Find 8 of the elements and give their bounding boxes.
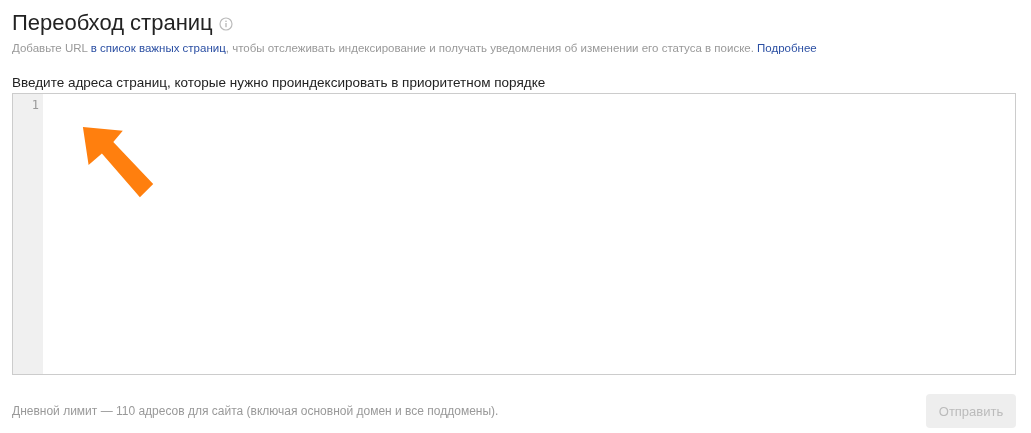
- line-number: 1: [30, 98, 40, 112]
- field-label: Введите адреса страниц, которые нужно проиндексировать в приоритетном порядке: [12, 75, 547, 90]
- intro-text: Добавьте URL в список важных страниц, чтобы отслеживать индексирование и получать уведомления об изменении его статуса в поиске. Подробнее: [12, 42, 818, 54]
- daily-limit-text: Дневной лимит — 110 адресов для сайта (включая основной домен и все поддомены).: [12, 404, 499, 418]
- important-pages-link[interactable]: в список важных страниц: [90, 42, 226, 54]
- info-icon[interactable]: [218, 17, 233, 31]
- page-title: Переобход страниц: [12, 10, 213, 36]
- more-link[interactable]: Подробнее: [757, 42, 817, 54]
